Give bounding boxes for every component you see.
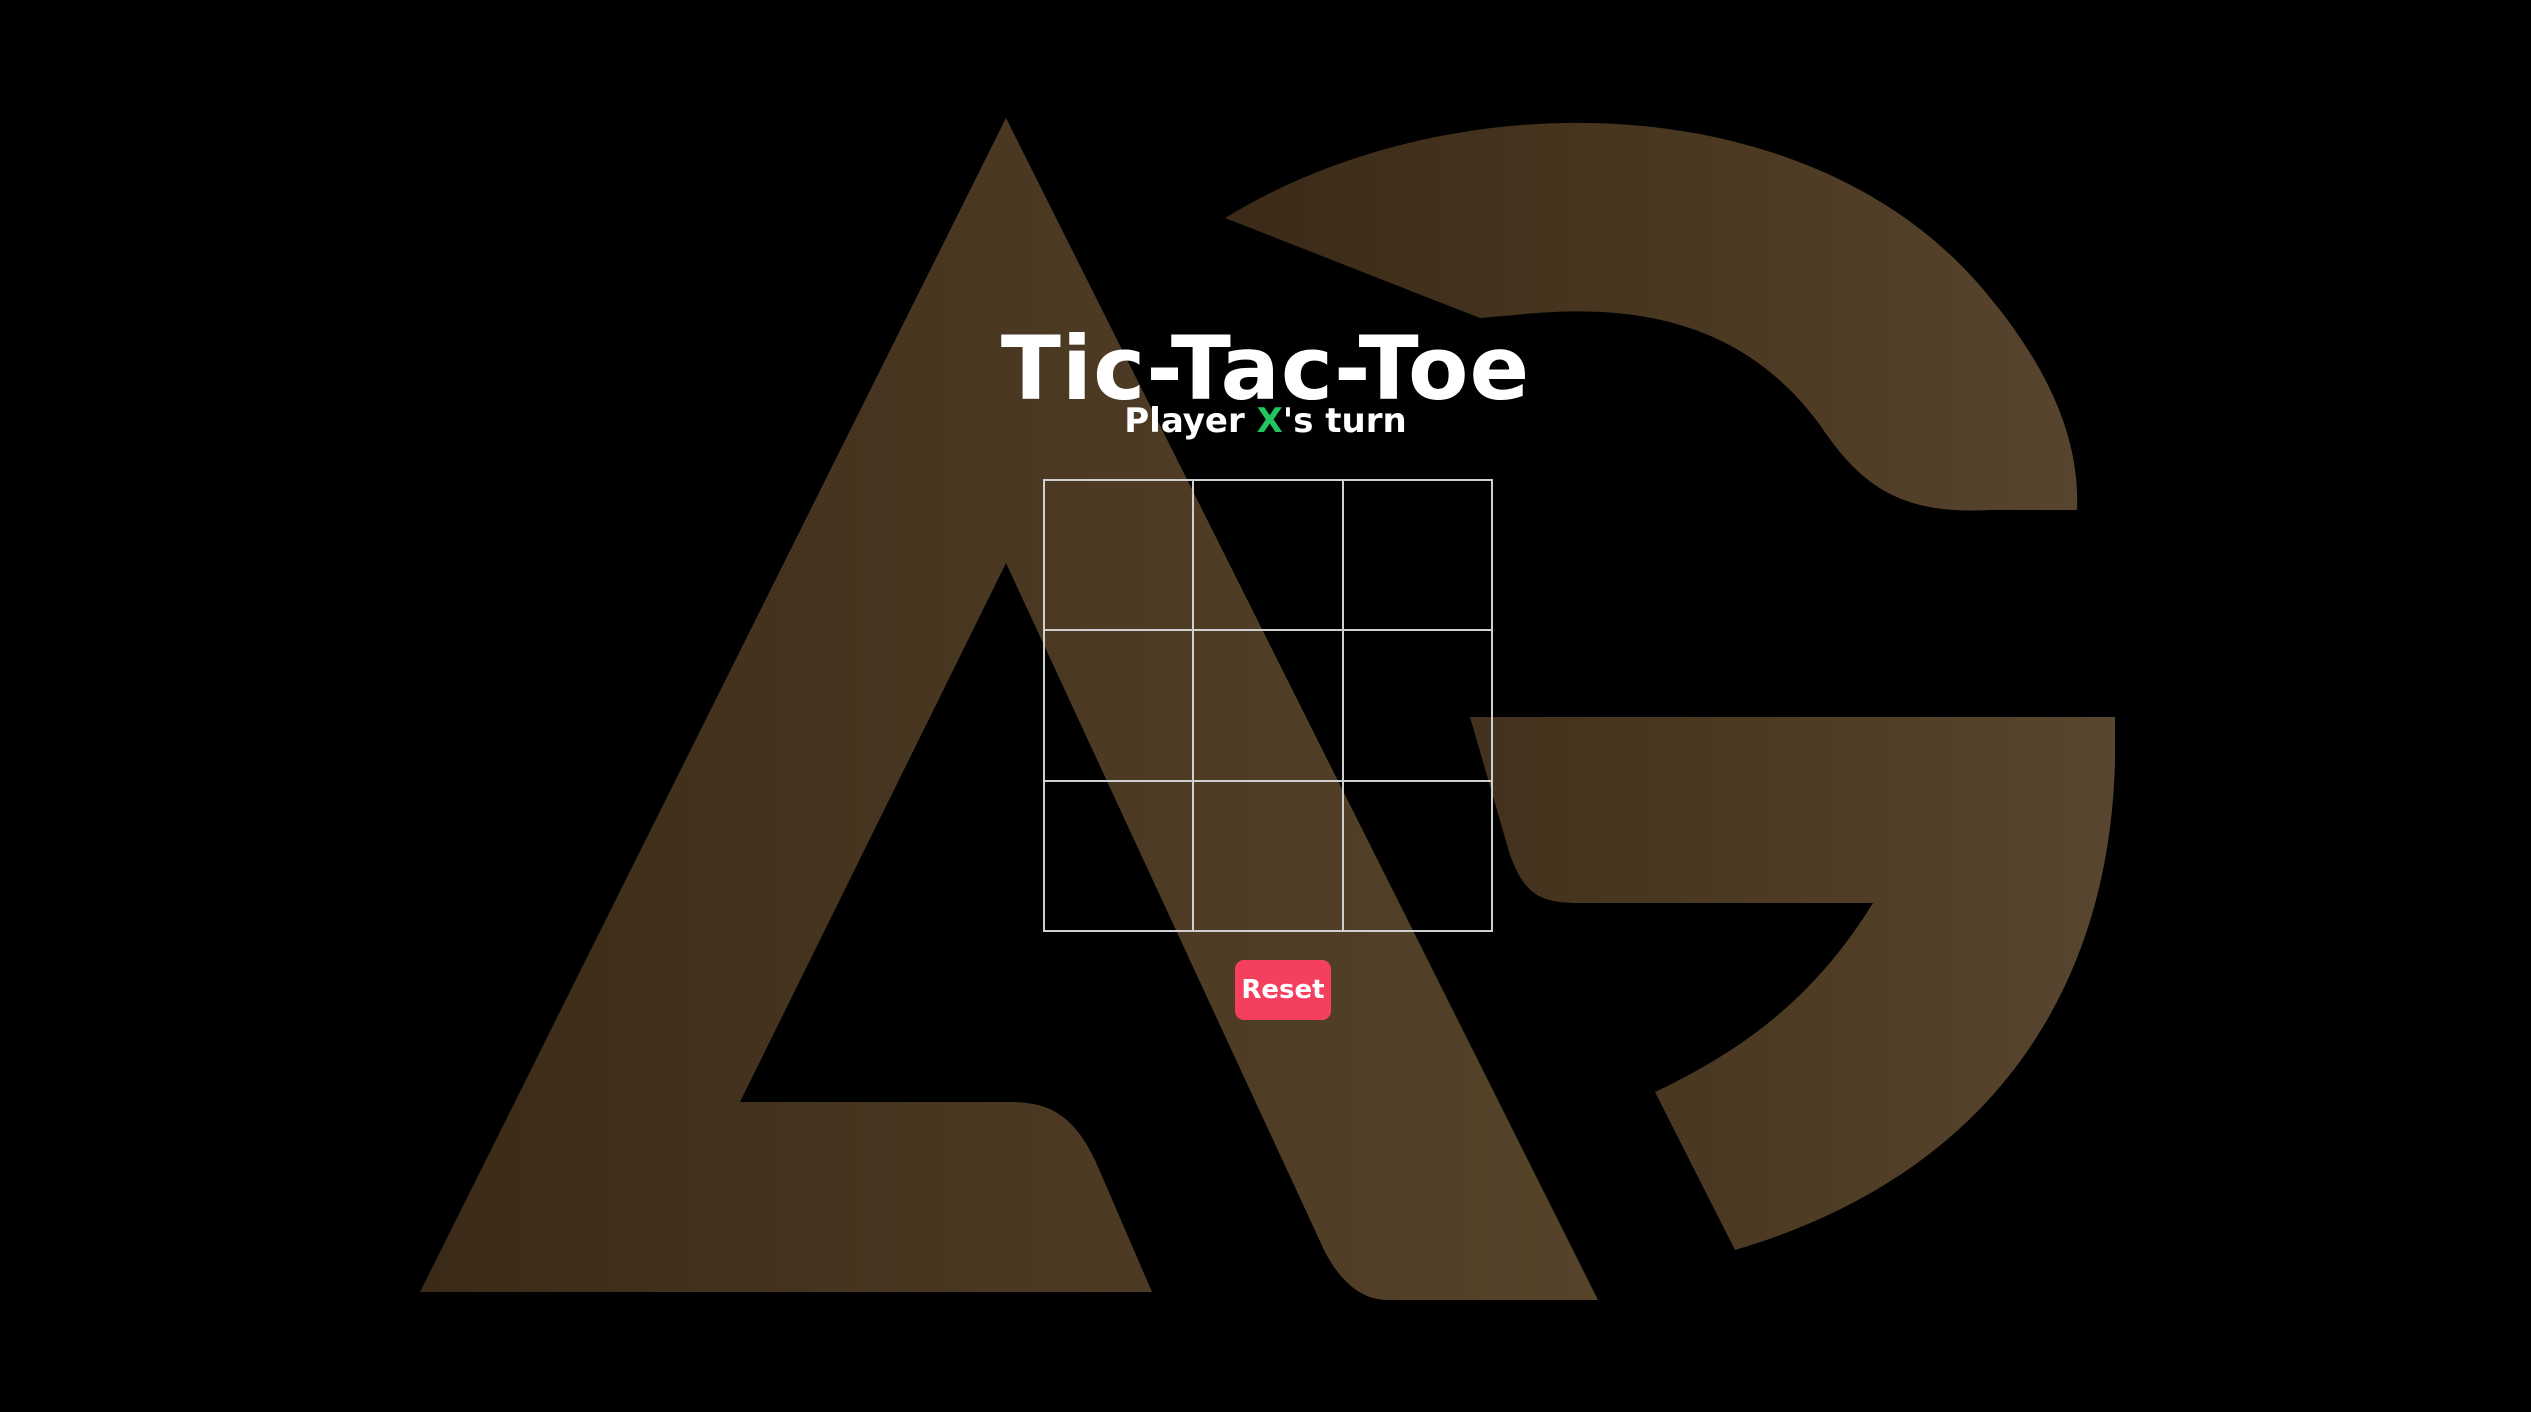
reset-button[interactable]: Reset [1235,960,1331,1020]
board-cell[interactable] [1193,780,1343,931]
board-cell[interactable] [1044,630,1194,781]
board-cell[interactable] [1044,480,1194,631]
game-screen: Tic-Tac-Toe Player X's turn Reset [0,0,2531,1412]
turn-status-prefix: Player [1124,401,1257,441]
turn-status: Player X's turn [0,396,2531,446]
board-cell[interactable] [1342,780,1492,931]
board-cell[interactable] [1342,630,1492,781]
board-cell[interactable] [1193,480,1343,631]
game-board [1043,479,1493,932]
board-cell[interactable] [1342,480,1492,631]
board-cell[interactable] [1044,780,1194,931]
turn-status-suffix: 's turn [1282,401,1407,441]
board-cell[interactable] [1193,630,1343,781]
current-player-mark: X [1256,401,1283,441]
game-container: Tic-Tac-Toe Player X's turn Reset [0,0,2531,1412]
